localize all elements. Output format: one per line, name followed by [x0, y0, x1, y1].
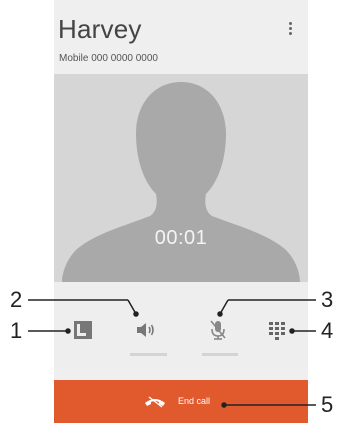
callout-lines — [28, 299, 316, 408]
callout-1: 1 — [10, 318, 23, 343]
callout-2: 2 — [10, 287, 23, 312]
callout-4: 4 — [321, 318, 334, 343]
callout-5: 5 — [321, 392, 334, 417]
callout-3: 3 — [321, 287, 334, 312]
